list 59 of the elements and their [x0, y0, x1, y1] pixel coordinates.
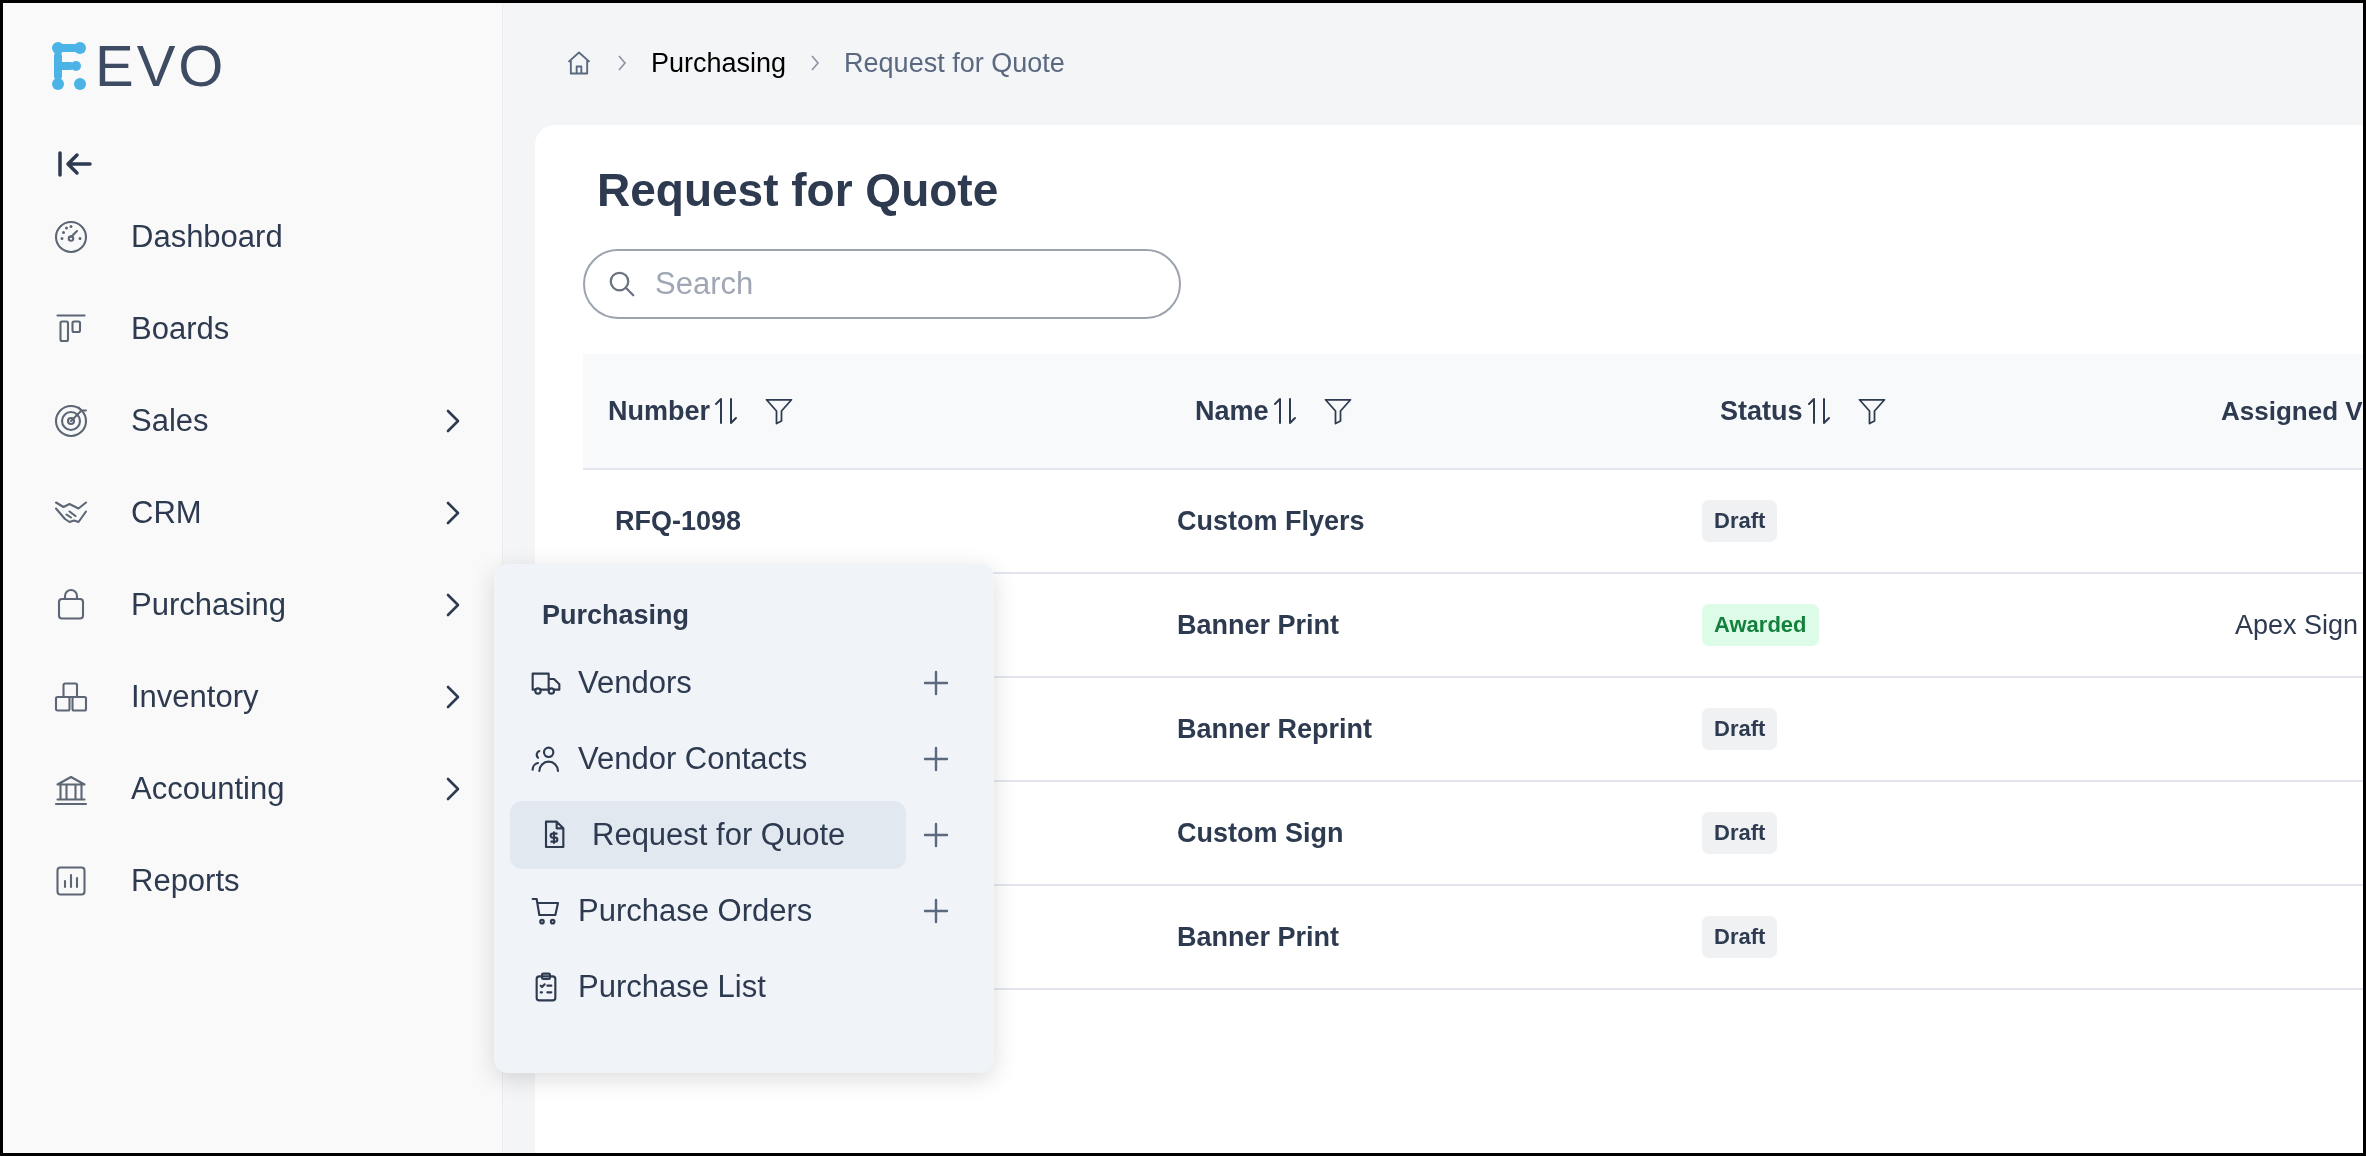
filter-icon[interactable] [1322, 396, 1353, 426]
table-cell: Apex Sign [2235, 609, 2359, 641]
add-icon[interactable] [923, 898, 949, 924]
status-badge: Draft [1702, 708, 1778, 750]
logo-icon [51, 42, 87, 90]
nav-item[interactable]: Inventory [51, 651, 461, 743]
search-icon [607, 269, 637, 299]
submenu-item[interactable]: Vendor Contacts [510, 721, 970, 797]
collapse-sidebar-icon[interactable] [57, 149, 93, 179]
add-icon[interactable] [923, 746, 949, 772]
filter-icon[interactable] [1856, 396, 1887, 426]
table-cell: Banner Reprint [1177, 713, 1373, 745]
add-icon[interactable] [923, 822, 949, 848]
home-icon[interactable] [565, 49, 593, 77]
submenu-item[interactable]: Vendors [510, 645, 970, 721]
target-icon [53, 403, 89, 439]
chevron-right-icon [445, 408, 461, 434]
status-badge: Draft [1702, 812, 1778, 854]
boxes-icon [53, 679, 89, 715]
chevron-right-icon [445, 500, 461, 526]
column-header[interactable]: Assigned V [2215, 354, 2363, 468]
nav-item[interactable]: Accounting [51, 743, 461, 835]
submenu-title: Purchasing [542, 600, 691, 631]
cart-icon [530, 895, 562, 927]
logo-text: EVO [95, 37, 227, 95]
chevron-right-icon [445, 776, 461, 802]
nav-item[interactable]: Reports [51, 835, 461, 927]
column-header[interactable]: Status [1695, 354, 2215, 468]
table-cell: Custom Flyers [1177, 505, 1365, 537]
breadcrumb-link[interactable]: Purchasing [651, 47, 787, 79]
sort-icon[interactable] [1806, 396, 1831, 426]
nav-item[interactable]: Sales [51, 375, 461, 467]
status-badge: Awarded [1702, 604, 1819, 646]
add-icon[interactable] [923, 670, 949, 696]
submenu-item[interactable]: Purchase List [510, 949, 970, 1025]
column-header[interactable]: Number [583, 354, 1170, 468]
table-cell: Banner Print [1177, 921, 1340, 953]
nav-item[interactable]: Boards [51, 283, 461, 375]
chevron-right-icon [445, 684, 461, 710]
chevron-right-icon [810, 54, 821, 72]
filter-icon[interactable] [764, 396, 794, 426]
chart-icon [53, 863, 89, 899]
status-badge: Draft [1702, 916, 1778, 958]
table-cell: RFQ-1098 [615, 505, 742, 537]
submenu-item[interactable]: Purchase Orders [510, 873, 970, 949]
nav-item[interactable]: Dashboard [51, 191, 461, 283]
status-badge: Draft [1702, 500, 1778, 542]
sort-icon[interactable] [714, 396, 738, 426]
chevron-right-icon [617, 54, 627, 72]
search-field[interactable]: Search [583, 249, 1181, 319]
nav-item[interactable]: CRM [51, 467, 461, 559]
gauge-icon [53, 219, 89, 255]
column-header[interactable]: Name [1170, 354, 1695, 468]
breadcrumb-link[interactable]: Request for Quote [844, 47, 1065, 79]
table-cell: Banner Print [1177, 609, 1340, 641]
nav-item[interactable]: Purchasing [51, 559, 461, 651]
table-cell: Custom Sign [1177, 817, 1344, 849]
sort-icon[interactable] [1272, 396, 1297, 426]
chevron-right-icon [445, 592, 461, 618]
